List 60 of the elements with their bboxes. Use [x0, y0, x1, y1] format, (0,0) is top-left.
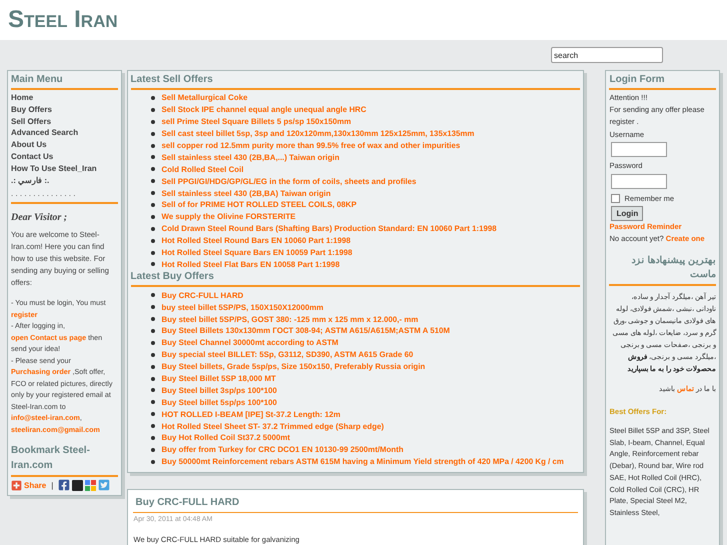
site-title: Steel Iran: [8, 8, 118, 32]
facebook-icon[interactable]: [58, 479, 70, 492]
menu-item[interactable]: Advanced Search: [11, 127, 118, 140]
menu-item[interactable]: .: فارسي :.: [11, 174, 118, 186]
panel-heading: Latest Sell Offers: [130, 73, 214, 86]
bullet-icon: [150, 96, 155, 100]
post-title: Buy CRC-FULL HARD: [134, 496, 240, 510]
bullet-icon: [150, 191, 155, 196]
bullet-icon: [150, 328, 155, 333]
bullet-icon: [150, 364, 155, 369]
menu-item[interactable]: How To Use Steel_Iran: [11, 162, 118, 175]
bullet-icon: [150, 132, 155, 136]
bullet-icon: [150, 144, 155, 148]
share-link[interactable]: Share: [24, 480, 46, 492]
bookmark-icon[interactable]: [72, 480, 84, 491]
bullet-icon: [150, 214, 155, 219]
username-field[interactable]: [611, 142, 668, 157]
bullet-icon: [150, 448, 155, 452]
panel-heading: Login Form: [609, 73, 666, 86]
bullet-icon: [150, 460, 155, 464]
bullet-icon: [150, 436, 155, 440]
greeting-title: Dear Visitor ;: [11, 212, 68, 224]
bullet-icon: [150, 155, 155, 160]
bullet-icon: [150, 388, 155, 392]
divider-text: |: [51, 480, 54, 492]
panel-heading: Latest Buy Offers: [130, 270, 215, 284]
bullet-icon: [150, 305, 155, 310]
menu-item[interactable]: Home: [11, 92, 118, 104]
grid-bookmark-icon[interactable]: [85, 480, 96, 491]
share-plus-icon[interactable]: [11, 480, 22, 491]
bullet-icon: [150, 293, 155, 298]
menu-item[interactable]: About Us: [11, 139, 118, 151]
bullet-icon: [150, 424, 155, 428]
login-button[interactable]: Login: [611, 206, 644, 221]
bullet-icon: [150, 167, 155, 172]
bullet-icon: [150, 340, 155, 345]
bullet-icon: [150, 352, 155, 357]
panel-heading: Main Menu: [11, 73, 64, 86]
bullet-icon: [150, 120, 155, 124]
bullet-icon: [150, 317, 155, 322]
dotted-separator: . . . . . . . . . . . . . . .: [11, 188, 76, 200]
remember-checkbox[interactable]: [611, 194, 620, 203]
menu-item[interactable]: Sell Offers: [11, 116, 118, 128]
bullet-icon: [150, 108, 155, 112]
bookmark-heading: Bookmark Steel-Iran.com: [11, 444, 91, 474]
bullet-icon: [150, 262, 155, 266]
bullet-icon: [150, 376, 155, 381]
menu-item[interactable]: Buy Offers: [11, 104, 118, 116]
bullet-icon: [150, 400, 155, 404]
twitter-icon[interactable]: [98, 479, 110, 492]
bullet-icon: [150, 179, 155, 184]
bullet-icon: [150, 238, 155, 243]
bullet-icon: [150, 226, 155, 231]
menu-item[interactable]: Contact Us: [11, 150, 118, 163]
bullet-icon: [150, 412, 155, 416]
bullet-icon: [150, 250, 155, 255]
search-field[interactable]: search: [551, 47, 663, 63]
bullet-icon: [150, 202, 155, 207]
persian-heading: بهترین پیشنهادها نزد ماست: [630, 254, 716, 282]
password-field[interactable]: [611, 174, 668, 188]
